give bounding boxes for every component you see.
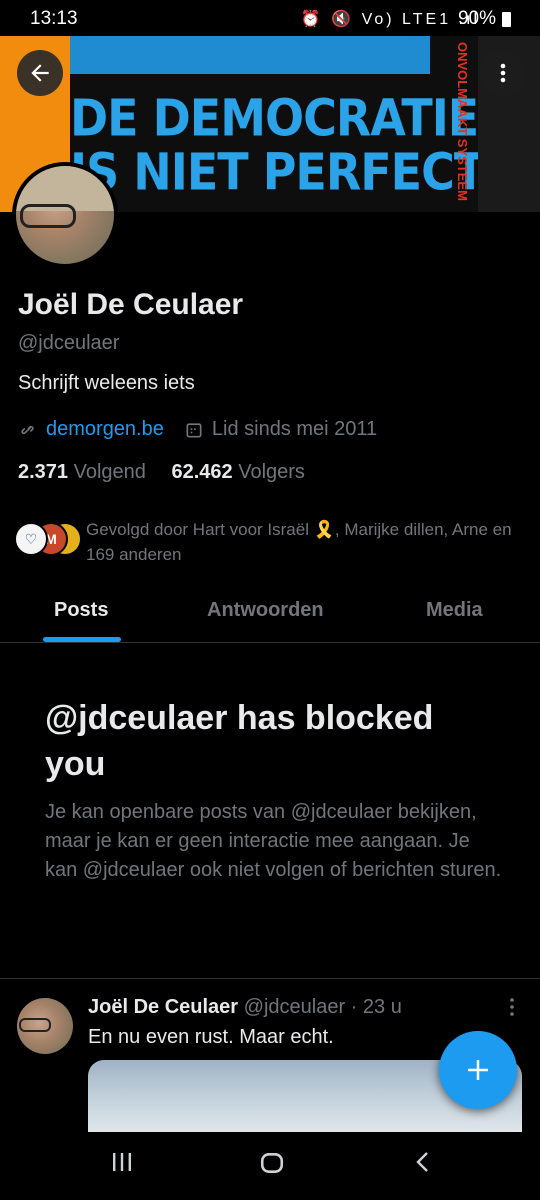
tweet-time: 23 u [362, 996, 402, 1018]
avatar-photo [16, 166, 114, 264]
banner-text-line1: DE DEMOCRATIE [70, 88, 479, 148]
profile-name: Joël De Ceulaer [18, 288, 244, 321]
tab-posts[interactable]: Posts [54, 599, 108, 622]
profile-bio: Schrijft weleens iets [18, 372, 195, 394]
active-tab-indicator [43, 637, 121, 642]
followed-by-text: Gevolgd door Hart voor Israël 🎗️, Marijk… [86, 520, 512, 564]
tweet-author-handle: @jdceulaer [243, 996, 346, 1018]
profile-handle: @jdceulaer [18, 332, 120, 354]
tweet-more-button[interactable] [504, 996, 520, 1024]
follower-avatar-1: ♡ [14, 522, 48, 556]
status-bar: 13:13 ⏰ 🔇 Vo) LTE1 .ıl 90% [0, 0, 540, 36]
profile-meta: demorgen.be Lid sinds mei 2011 [18, 418, 377, 441]
vertical-ellipsis-icon [510, 998, 514, 1016]
tweet-text: En nu even rust. Maar echt. [88, 1026, 334, 1048]
following-stat[interactable]: 2.371 Volgend [18, 461, 146, 483]
battery-percentage: 90% [457, 8, 496, 29]
arrow-left-icon [31, 64, 49, 82]
profile-tabs: Posts Antwoorden Media [0, 585, 540, 643]
back-nav-icon[interactable] [412, 1150, 436, 1174]
more-options-button[interactable] [480, 50, 526, 96]
followers-count: 62.462 [171, 461, 233, 483]
following-label: Volgend [73, 461, 146, 483]
tweet-author-avatar[interactable] [17, 998, 73, 1054]
website-link[interactable]: demorgen.be [46, 418, 164, 441]
glasses-shape [20, 204, 76, 228]
recent-apps-icon[interactable] [110, 1150, 134, 1174]
followers-stat[interactable]: 62.462 Volgers [171, 461, 304, 483]
tweet-header: Joël De Ceulaer @jdceulaer · 23 u [88, 996, 402, 1019]
home-icon[interactable] [259, 1150, 285, 1176]
blocked-title: @jdceulaer has blocked you [45, 699, 434, 783]
back-button[interactable] [17, 50, 63, 96]
plus-icon [468, 1060, 488, 1080]
tweet-separator: · [350, 996, 358, 1018]
followed-by-section[interactable]: ♡ M ● Gevolgd door Hart voor Israël 🎗️, … [14, 514, 524, 566]
blocked-description: Je kan openbare posts van @jdceulaer bek… [45, 801, 502, 881]
profile-stats: 2.371 Volgend 62.462 Volgers [18, 461, 305, 484]
calendar-icon [186, 422, 202, 437]
joined-date: Lid sinds mei 2011 [211, 418, 378, 440]
banner-vertical-text: ONVOLMAAKT SYSTEEM [455, 42, 470, 201]
banner-text-line2: IS NIET PERFECT [70, 142, 485, 202]
link-icon [21, 425, 34, 434]
tweet-author-name[interactable]: Joël De Ceulaer [88, 996, 238, 1018]
banner-blue-block [70, 36, 430, 74]
battery-icon [502, 12, 511, 27]
status-icons: ⏰ 🔇 Vo) LTE1 .ıl [300, 11, 480, 28]
tab-antwoorden[interactable]: Antwoorden [207, 599, 324, 622]
profile-avatar[interactable] [12, 162, 118, 268]
following-count: 2.371 [18, 461, 69, 483]
system-navigation-bar [0, 1132, 540, 1200]
followers-label: Volgers [238, 461, 305, 483]
section-divider [0, 978, 540, 979]
vertical-ellipsis-icon [500, 63, 506, 83]
compose-button[interactable] [439, 1031, 517, 1109]
tab-media[interactable]: Media [426, 599, 483, 622]
status-time: 13:13 [30, 8, 78, 29]
